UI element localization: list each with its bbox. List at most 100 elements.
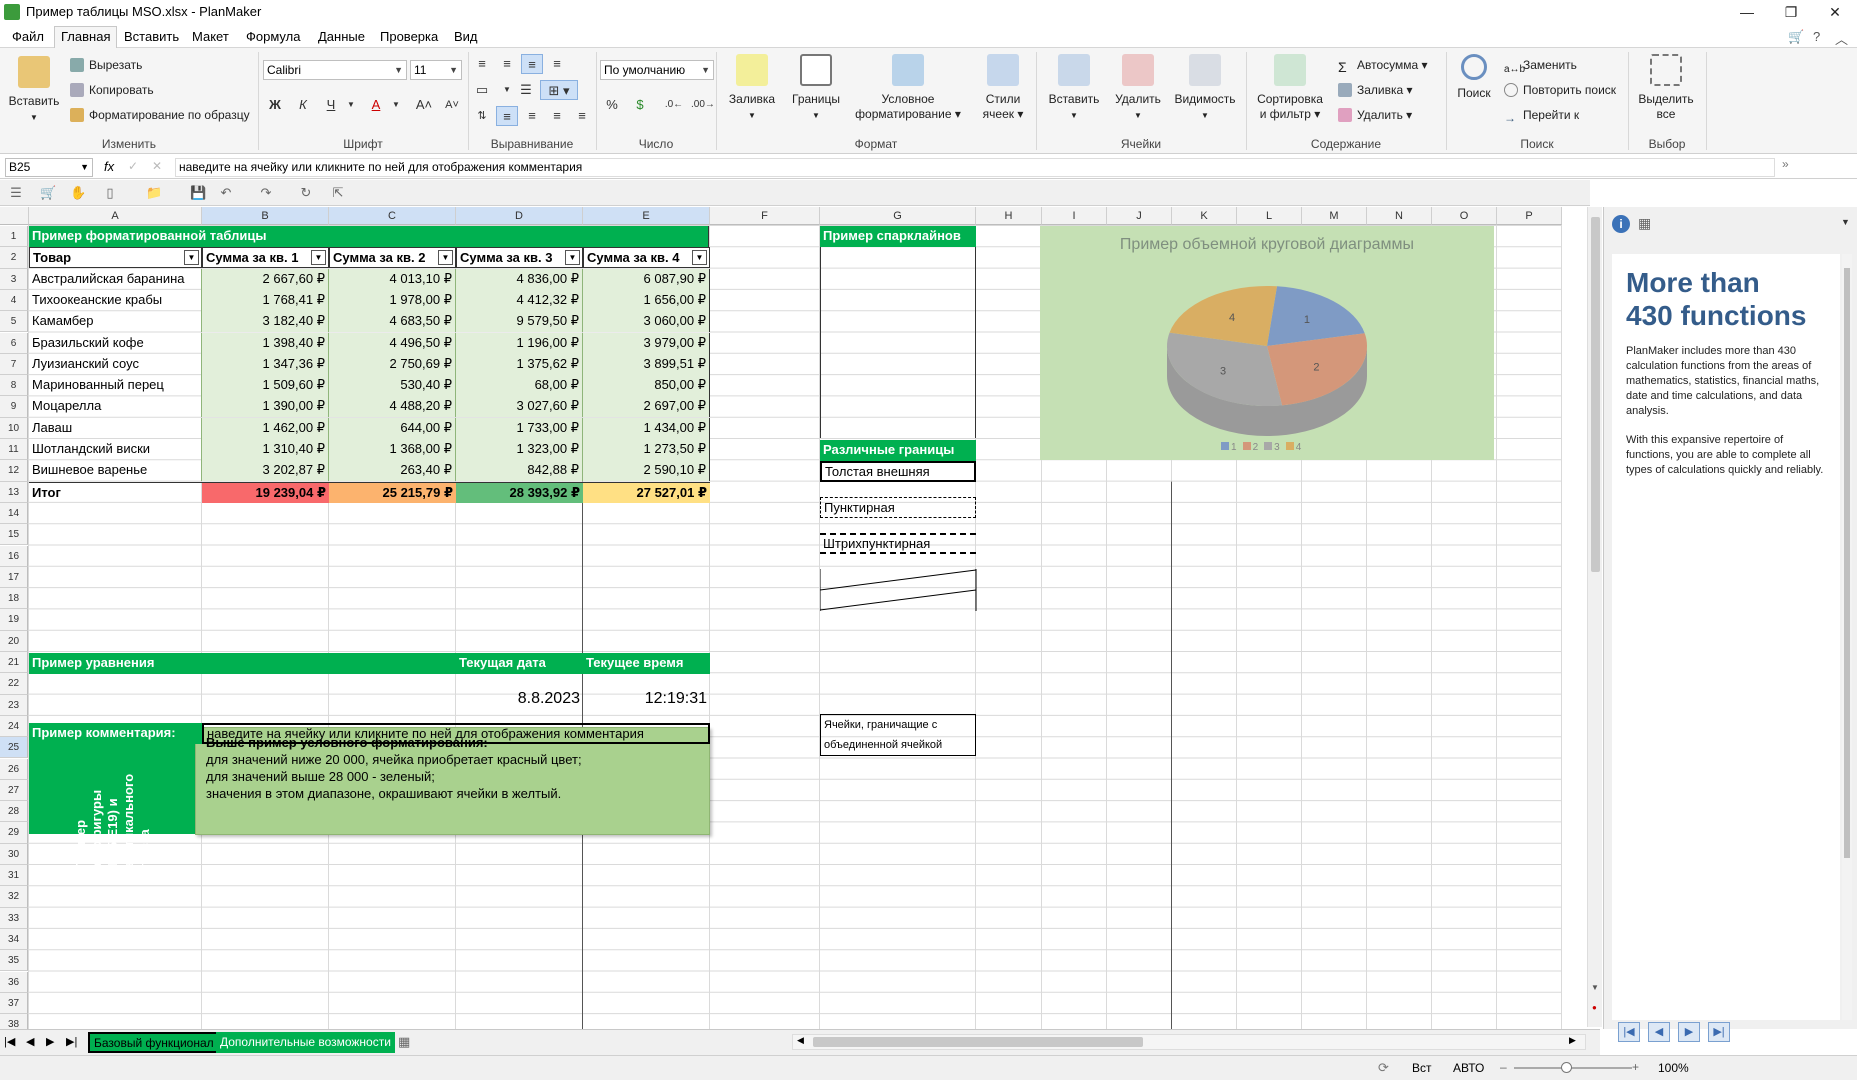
table-cell[interactable]: 4 013,10 ₽ (329, 268, 456, 290)
table-header-cell[interactable]: Сумма за кв. 4 ▼ (583, 247, 710, 269)
table-cell[interactable]: 1 462,00 ₽ (202, 417, 329, 439)
format-painter-button[interactable]: Форматирование по образцу (70, 106, 250, 124)
horizontal-scrollbar[interactable]: ◀ ▶ (792, 1034, 1586, 1050)
sparklines-label[interactable]: Пример спарклайнов (820, 226, 976, 247)
table-cell[interactable]: 2 697,00 ₽ (583, 396, 710, 418)
underline-dropdown-icon[interactable]: ▼ (340, 95, 362, 115)
clear-button[interactable]: Удалить ▾ (1338, 106, 1412, 124)
info-icon[interactable]: i (1612, 215, 1630, 233)
table-cell[interactable]: 1 656,00 ₽ (583, 289, 710, 311)
row-header[interactable]: 9 (0, 396, 28, 418)
percent-icon[interactable]: % (601, 95, 623, 115)
insert-cells-button[interactable]: Вставить ▼ (1044, 54, 1104, 123)
taskpane-scroll-thumb[interactable] (1844, 268, 1850, 858)
table-cell[interactable]: Камамбер (29, 311, 202, 333)
autosum-button[interactable]: Σ Автосумма ▾ (1338, 56, 1428, 74)
border-thick-cell[interactable]: Толстая внешняя (820, 461, 976, 482)
table-cell[interactable]: 9 579,50 ₽ (456, 311, 583, 333)
menu-icon[interactable]: ☰ (8, 185, 24, 201)
zoom-out-icon[interactable]: – (1500, 1060, 1507, 1074)
table-cell[interactable]: 68,00 ₽ (456, 375, 583, 397)
chevron-down-icon[interactable]: ▼ (1841, 217, 1850, 227)
row-header[interactable]: 38 (0, 1014, 28, 1029)
total-cell[interactable]: 28 393,92 ₽ (456, 481, 583, 503)
fill-button[interactable]: Заливка ▼ (722, 54, 782, 123)
last-page-icon[interactable]: ▶| (1708, 1022, 1730, 1042)
zoom-slider-track[interactable] (1514, 1067, 1632, 1069)
column-header[interactable]: O (1432, 207, 1497, 225)
table-cell[interactable]: 4 488,20 ₽ (329, 396, 456, 418)
align-middle-icon[interactable]: ≡ (496, 54, 518, 74)
total-label[interactable]: Итог (29, 481, 202, 503)
table-cell[interactable]: 3 899,51 ₽ (583, 353, 710, 375)
close-button[interactable]: ✕ (1813, 2, 1857, 22)
table-cell[interactable]: 4 836,00 ₽ (456, 268, 583, 290)
name-box[interactable]: B25 ▼ (5, 158, 93, 177)
expand-formula-icon[interactable]: » (1782, 157, 1789, 171)
underline-button[interactable]: Ч (320, 95, 342, 115)
row-header[interactable]: 6 (0, 332, 28, 354)
total-cell[interactable]: 19 239,04 ₽ (202, 481, 329, 503)
row-header[interactable]: 27 (0, 779, 28, 802)
column-header[interactable]: C (329, 207, 456, 225)
comment-nav-icon[interactable]: ● (1592, 1003, 1597, 1012)
grow-font-button[interactable]: A˄ (413, 95, 435, 115)
column-header[interactable]: G (820, 207, 976, 225)
date-label[interactable]: Текущая дата (456, 653, 583, 674)
row-header[interactable]: 35 (0, 950, 28, 972)
filter-dropdown-icon[interactable]: ▼ (438, 250, 453, 266)
align-bottom-icon[interactable]: ≡ (521, 54, 543, 74)
row-header[interactable]: 31 (0, 865, 28, 887)
filter-dropdown-icon[interactable]: ▼ (311, 250, 326, 266)
table-cell[interactable]: Маринованный перец (29, 375, 202, 397)
table-header-cell[interactable]: Сумма за кв. 2 ▼ (329, 247, 456, 269)
goto-button[interactable]: → Перейти к (1504, 106, 1579, 125)
row-header[interactable]: 14 (0, 502, 28, 525)
column-header[interactable]: F (710, 207, 820, 225)
redo-icon[interactable]: ↷ (258, 185, 274, 201)
row-header[interactable]: 3 (0, 268, 28, 290)
row-header[interactable]: 29 (0, 822, 28, 844)
cancel-icon[interactable]: ✕ (152, 159, 162, 173)
table-cell[interactable]: 644,00 ₽ (329, 417, 456, 439)
row-header[interactable]: 37 (0, 992, 28, 1015)
border-dashdot-cell[interactable]: Штрихпунктирная (820, 533, 976, 554)
font-size-combo[interactable]: 11 ▼ (410, 60, 462, 80)
table-cell[interactable]: 1 398,40 ₽ (202, 332, 329, 354)
table-header-cell[interactable]: Сумма за кв. 1 ▼ (202, 247, 329, 269)
prev-page-icon[interactable]: ◀ (1648, 1022, 1670, 1042)
select-all-button[interactable]: Выделить все (1634, 54, 1698, 122)
add-sheet-icon[interactable]: ▦ (398, 1034, 410, 1050)
save-icon[interactable]: 💾 (190, 185, 206, 201)
bold-button[interactable]: Ж (264, 95, 286, 115)
first-page-icon[interactable]: |◀ (1618, 1022, 1640, 1042)
date-value[interactable]: 8.8.2023 (456, 688, 583, 710)
row-header[interactable]: 18 (0, 588, 28, 610)
filter-dropdown-icon[interactable]: ▼ (184, 250, 199, 266)
table-cell[interactable]: 2 590,10 ₽ (583, 460, 710, 482)
table-title[interactable]: Пример форматированной таблицы (29, 226, 709, 247)
table-cell[interactable]: 1 390,00 ₽ (202, 396, 329, 418)
fill-series-button[interactable]: Заливка ▾ (1338, 81, 1413, 99)
indent-icon[interactable]: ☰ (515, 80, 537, 100)
italic-button[interactable]: К (292, 95, 314, 115)
borders-button[interactable]: Границы ▼ (786, 54, 846, 123)
pie-chart[interactable]: Пример объемной круговой диаграммы 1234 … (1040, 226, 1494, 460)
equation-label[interactable]: Пример уравнения (29, 653, 456, 674)
replace-button[interactable]: a↔bЗаменить (1504, 56, 1577, 75)
row-header[interactable]: 12 (0, 460, 28, 482)
taskpane-scrollbar[interactable] (1842, 254, 1852, 1020)
table-cell[interactable]: 1 368,00 ₽ (329, 439, 456, 460)
undo-icon[interactable]: ↶ (218, 185, 234, 201)
row-header[interactable]: 1 (0, 226, 28, 248)
table-cell[interactable]: Моцарелла (29, 396, 202, 418)
row-header[interactable]: 24 (0, 715, 28, 738)
sheet-tab-advanced[interactable]: Дополнительные возможности (216, 1032, 395, 1053)
row-header[interactable]: 34 (0, 928, 28, 951)
align-right-icon[interactable]: ≡ (546, 106, 568, 126)
table-cell[interactable]: Вишневое варенье (29, 460, 202, 482)
table-cell[interactable]: 842,88 ₽ (456, 460, 583, 482)
repeat-search-button[interactable]: Повторить поиск (1504, 81, 1616, 99)
column-header[interactable]: P (1497, 207, 1562, 225)
merge-cells-icon[interactable]: ⊞ ▾ (540, 80, 578, 100)
